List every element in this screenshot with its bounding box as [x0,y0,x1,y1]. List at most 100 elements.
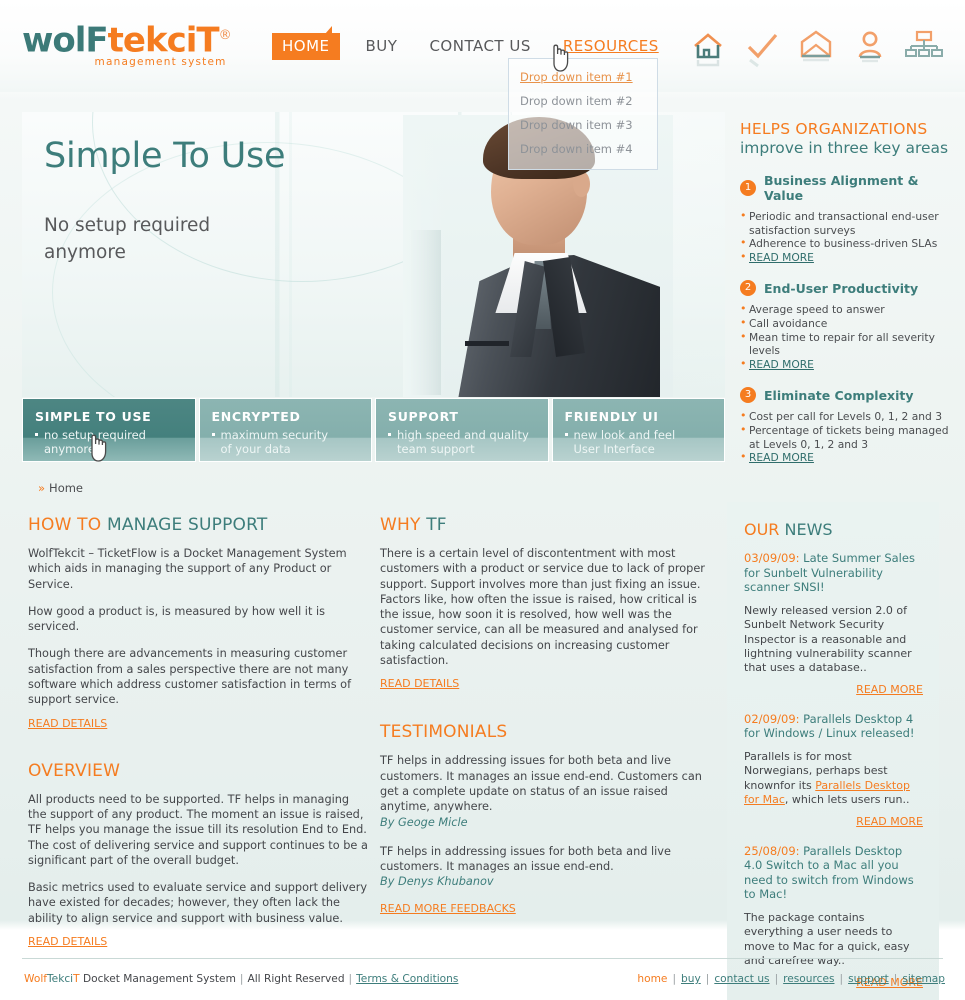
home-icon[interactable] [687,26,729,68]
news-body: Parallels is for most Norwegians, perhap… [744,750,923,808]
section-title-testimonials: TESTIMONIALS [380,722,710,742]
news-headline[interactable]: 25/08/09: Parallels Desktop 4.0 Switch t… [744,844,923,902]
check-icon[interactable] [741,26,783,68]
footer-link-buy[interactable]: buy [681,973,701,985]
logo-wordmark: wolFtekciT® [22,18,232,61]
read-more-feedbacks-link[interactable]: READ MORE FEEDBACKS [380,902,516,915]
breadcrumb: » Home [38,481,83,495]
footer-link-home[interactable]: home [637,973,667,985]
section-title-why-tf: WHY TF [380,515,710,535]
resources-dropdown-menu[interactable]: Drop down item #1 Drop down item #2 Drop… [508,58,658,170]
footer-brand-part-1: Wolf [24,973,48,985]
news-body-tail: , which lets users run.. [784,793,910,807]
footer-separator: | [348,973,353,985]
helps-list-item: Adherence to business-driven SLAs [740,236,955,251]
feature-tab-encrypted[interactable]: ENCRYPTED maximum security of your data [198,398,372,462]
read-details-link[interactable]: READ DETAILS [380,677,459,690]
main-navigation: HOME BUY CONTACT US RESOURCES [272,26,661,60]
helps-block-list: Average speed to answer Call avoidance M… [740,302,955,372]
user-icon[interactable] [849,26,891,68]
footer-brand-part-3: T [73,973,80,985]
news-read-more-link[interactable]: READ MORE [856,683,923,696]
testimonial-text: TF helps in addressing issues for both b… [380,844,671,873]
news-date: 25/08/09: [744,843,800,858]
helps-block-header: 1 Business Alignment & Value [740,173,955,203]
news-item: 03/09/09: Late Summer Sales for Sunbelt … [744,551,923,697]
news-panel-title: OUR NEWS [744,520,923,539]
breadcrumb-item-home[interactable]: Home [49,481,83,495]
helps-block-2: 2 End-User Productivity Average speed to… [740,280,955,371]
helps-block-title: Eliminate Complexity [764,387,914,403]
footer-copyright: WolfTekciT Docket Management System | All … [24,973,458,985]
site-logo[interactable]: wolFtekciT® management system [22,18,232,68]
footer-link-contact-us[interactable]: contact us [714,973,769,985]
dropdown-item-3[interactable]: Drop down item #3 [509,113,657,137]
testimonial-text: TF helps in addressing issues for both b… [380,754,702,814]
nav-item-buy[interactable]: BUY [364,33,400,59]
section-title-part-orange: OVERVIEW [28,760,121,781]
helps-read-more-link[interactable]: READ MORE [749,451,814,464]
footer-product-text: Docket Management System [82,973,236,985]
section-title-overview: OVERVIEW [28,761,370,781]
news-headline[interactable]: 03/09/09: Late Summer Sales for Sunbelt … [744,551,923,595]
feature-tab-line: of your data [220,442,291,456]
helps-read-more-link[interactable]: READ MORE [749,358,814,371]
nav-item-contact-us[interactable]: CONTACT US [427,33,532,59]
news-body: Newly released version 2.0 of Sunbelt Ne… [744,603,912,675]
footer-link-support[interactable]: support [848,973,889,985]
helps-block-3: 3 Eliminate Complexity Cost per call for… [740,387,955,464]
footer-link-sitemap[interactable]: sitemap [902,973,945,985]
helps-list-item: Mean time to repair for all severity lev… [740,330,955,358]
sitemap-icon[interactable] [903,26,945,68]
helps-number-badge: 1 [740,180,756,196]
paragraph: WolfTekcit – TicketFlow is a Docket Mana… [28,547,347,591]
helps-list-item: Average speed to answer [740,302,955,317]
helps-block-list: Cost per call for Levels 0, 1, 2 and 3 P… [740,409,955,465]
envelope-icon[interactable] [795,26,837,68]
logo-part-1: wolF [22,20,109,61]
footer-separator: | [239,973,244,985]
read-details-link[interactable]: READ DETAILS [28,935,107,948]
feature-tab-line: high speed and quality [388,428,536,442]
our-news-panel: OUR NEWS 03/09/09: Late Summer Sales for… [727,502,939,1000]
logo-part-3: T [196,20,219,61]
paragraph: How good a product is, is measured by ho… [28,604,325,634]
helps-read-more-item[interactable]: READ MORE [740,250,955,265]
site-header: wolFtekciT® management system HOME BUY CON… [0,0,965,92]
section-title-how-to-manage-support: HOW TO MANAGE SUPPORT [28,515,370,535]
footer-terms-link[interactable]: Terms & Conditions [356,973,458,985]
section-title-part-teal: TF [426,515,447,535]
feature-tab-support[interactable]: SUPPORT high speed and quality team supp… [375,398,549,462]
footer-separator: | [839,973,844,985]
footer-navigation: home | buy | contact us | resources | support | si… [637,973,945,985]
news-read-more-wrap: READ MORE [744,678,923,697]
helps-block-header: 2 End-User Productivity [740,280,955,297]
helps-list-item: Periodic and transactional end-user sati… [740,209,955,237]
footer-link-resources[interactable]: resources [783,973,834,985]
feature-tab-friendly-ui[interactable]: FRIENDLY UI new look and feel User Inter… [551,398,725,462]
helps-read-more-item[interactable]: READ MORE [740,450,955,465]
dropdown-item-1[interactable]: Drop down item #1 [509,65,657,89]
page-root: wolFtekciT® management system HOME BUY CON… [0,0,965,1000]
feature-tabs: SIMPLE TO USE no setup required anymore … [22,398,725,462]
site-footer: WolfTekciT Docket Management System | All … [0,966,965,1000]
helps-block-list: Periodic and transactional end-user sati… [740,209,955,265]
feature-tab-simple-to-use[interactable]: SIMPLE TO USE no setup required anymore [22,398,196,462]
nav-item-home[interactable]: HOME [272,26,340,60]
news-headline[interactable]: 02/09/09: Parallels Desktop 4 for Window… [744,712,923,741]
news-read-more-link[interactable]: READ MORE [856,815,923,828]
paragraph: There is a certain level of discontentme… [380,547,705,668]
footer-rights-text: All Right Reserved [247,973,345,985]
dropdown-item-2[interactable]: Drop down item #2 [509,89,657,113]
section-title-part-orange: HOW TO [28,515,107,535]
helps-read-more-item[interactable]: READ MORE [740,357,955,372]
feature-tab-line: team support [397,442,475,456]
helps-read-more-link[interactable]: READ MORE [749,251,814,264]
dropdown-item-4[interactable]: Drop down item #4 [509,137,657,161]
feature-tab-line: User Interface [573,442,655,456]
helps-number-badge: 2 [740,280,756,297]
read-details-link[interactable]: READ DETAILS [28,717,107,730]
nav-item-resources[interactable]: RESOURCES [561,33,661,59]
feature-tab-title: FRIENDLY UI [564,409,659,424]
helps-block-1: 1 Business Alignment & Value Periodic an… [740,173,955,264]
